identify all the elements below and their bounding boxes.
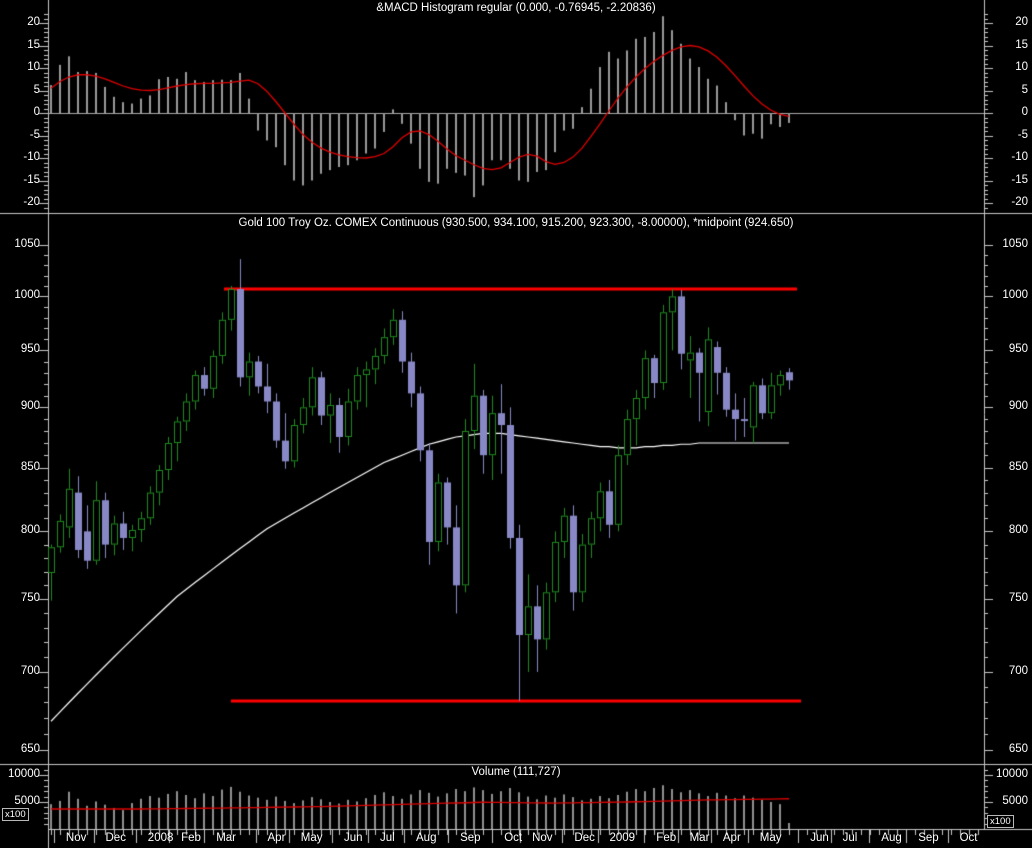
macd-axis-tick-label: 5: [1021, 83, 1028, 96]
macd-axis-tick-label: -10: [1011, 151, 1028, 163]
volume-multiplier-left: x100: [2, 808, 29, 821]
x-axis-month-label: Oct: [959, 832, 978, 844]
volume-axis-tick-label: 10000: [996, 768, 1028, 780]
volume-axis-tick-label: 10000: [8, 768, 40, 780]
macd-axis-tick-label: 5: [33, 83, 40, 96]
price-axis-tick-label: 700: [1008, 664, 1028, 677]
x-axis-month-label: Mar: [216, 832, 236, 844]
price-axis-tick-label: 950: [20, 343, 40, 356]
x-axis-month-label: Apr: [722, 832, 741, 844]
x-axis-month-label: Feb: [181, 832, 201, 844]
price-axis-tick-label: 850: [20, 460, 40, 473]
price-axis-tick-label: 900: [20, 400, 40, 413]
x-axis-month-label: Dec: [574, 832, 595, 844]
price-axis-tick-label: 650: [1008, 743, 1028, 755]
macd-axis-tick-label: 0: [33, 106, 40, 118]
price-axis-tick-label: 750: [1008, 592, 1028, 605]
macd-axis-tick-label: -15: [23, 173, 40, 186]
price-axis-tick-label: 800: [20, 524, 40, 537]
price-axis-tick-label: 850: [1008, 460, 1028, 473]
volume-axis-tick-label: 5000: [14, 795, 40, 807]
macd-axis-tick-label: -20: [1011, 196, 1028, 208]
x-axis-month-label: Nov: [65, 832, 87, 844]
x-axis-month-label: Apr: [267, 832, 286, 844]
x-axis-month-label: Aug: [881, 832, 902, 844]
price-axis-tick-label: 1050: [1002, 238, 1028, 250]
price-axis-tick-label: 800: [1008, 524, 1028, 537]
macd-axis-tick-label: 10: [1015, 61, 1028, 73]
x-axis-month-label: Dec: [105, 832, 126, 844]
x-axis-month-label: May: [300, 832, 323, 844]
volume-panel-title: Volume (111,727): [471, 766, 561, 778]
x-axis-month-label: Mar: [689, 832, 710, 844]
macd-panel-title: &MACD Histogram regular (0.000, -0.76945…: [376, 2, 656, 14]
x-axis-month-label: Jun: [344, 832, 363, 844]
chart-canvas[interactable]: [0, 0, 1032, 848]
x-axis-month-label: Sep: [918, 832, 939, 844]
price-axis-tick-label: 1000: [14, 289, 40, 302]
x-axis-month-label: Sep: [460, 832, 481, 844]
macd-axis-tick-label: 15: [27, 38, 40, 51]
x-axis-month-label: Oct: [504, 832, 523, 844]
macd-axis-tick-label: -20: [23, 196, 40, 208]
macd-axis-tick-label: 15: [1015, 38, 1028, 51]
x-axis-month-label: Jul: [842, 832, 858, 844]
macd-axis-tick-label: 10: [27, 61, 40, 73]
macd-axis-tick-label: -15: [1011, 173, 1028, 186]
price-axis-tick-label: 1000: [1002, 289, 1028, 302]
x-axis-month-label: 2009: [609, 832, 636, 844]
x-axis-month-label: Jul: [380, 832, 395, 844]
x-axis-month-label: Nov: [532, 832, 553, 844]
price-axis-tick-label: 750: [20, 592, 40, 605]
price-axis-tick-label: 950: [1008, 343, 1028, 356]
charting-window: &MACD Histogram regular (0.000, -0.76945…: [0, 0, 1032, 848]
volume-axis-tick-label: 5000: [1002, 795, 1028, 807]
macd-axis-tick-label: -5: [1017, 128, 1028, 141]
price-axis-tick-label: 650: [20, 743, 40, 755]
x-axis-month-label: Aug: [416, 832, 437, 844]
macd-axis-tick-label: -10: [23, 151, 40, 163]
x-axis-month-label: 2008: [147, 832, 174, 844]
price-axis-tick-label: 1050: [14, 238, 40, 250]
x-axis-month-label: May: [759, 832, 782, 844]
price-axis-tick-label: 900: [1008, 400, 1028, 413]
macd-axis-tick-label: -5: [29, 128, 40, 141]
price-panel-title: Gold 100 Troy Oz. COMEX Continuous (930.…: [238, 217, 794, 229]
x-axis-month-label: Feb: [656, 832, 677, 844]
macd-axis-tick-label: 20: [27, 16, 40, 28]
volume-multiplier-right: x100: [987, 815, 1014, 828]
price-axis-tick-label: 700: [20, 664, 40, 677]
x-axis-month-label: Jun: [810, 832, 829, 844]
macd-axis-tick-label: 0: [1021, 106, 1028, 118]
macd-axis-tick-label: 20: [1015, 16, 1028, 28]
